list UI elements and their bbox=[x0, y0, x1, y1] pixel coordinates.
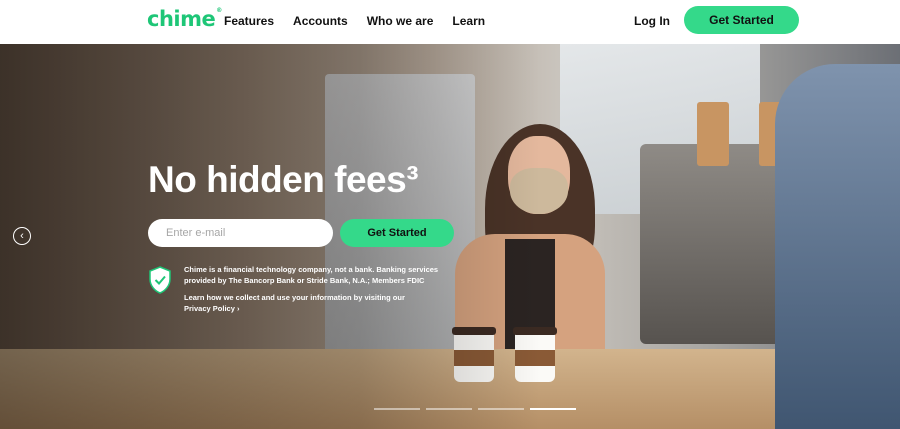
carousel-dot-2[interactable] bbox=[426, 408, 472, 410]
bank-disclaimer-text: Chime is a financial technology company,… bbox=[184, 265, 439, 285]
carousel-dot-4[interactable] bbox=[530, 408, 576, 410]
hero-section: ‹ No hidden fees³ Get Started Chime is a… bbox=[0, 44, 900, 429]
email-input[interactable] bbox=[148, 219, 333, 247]
top-nav: chime® Features Accounts Who we are Lear… bbox=[0, 0, 900, 44]
nav-link-accounts[interactable]: Accounts bbox=[293, 14, 348, 28]
nav-link-who-we-are[interactable]: Who we are bbox=[367, 14, 434, 28]
nav-get-started-button[interactable]: Get Started bbox=[684, 6, 799, 34]
chevron-left-icon[interactable]: ‹ bbox=[13, 227, 31, 245]
nav-link-features[interactable]: Features bbox=[224, 14, 274, 28]
nav-link-learn[interactable]: Learn bbox=[452, 14, 485, 28]
hero-get-started-button[interactable]: Get Started bbox=[340, 219, 454, 247]
chime-logo[interactable]: chime® bbox=[147, 7, 222, 31]
hero-headline: No hidden fees³ bbox=[148, 159, 419, 200]
privacy-policy-link[interactable]: Privacy Policy › bbox=[184, 304, 454, 315]
carousel-dot-1[interactable] bbox=[374, 408, 420, 410]
nav-links: Features Accounts Who we are Learn bbox=[224, 14, 485, 28]
carousel-indicators bbox=[374, 408, 576, 410]
carousel-dot-3[interactable] bbox=[478, 408, 524, 410]
privacy-disclaimer-text: Learn how we collect and use your inform… bbox=[184, 293, 454, 314]
shield-check-icon bbox=[149, 266, 171, 294]
legal-disclaimer: Chime is a financial technology company,… bbox=[184, 265, 454, 314]
login-link[interactable]: Log In bbox=[634, 14, 670, 28]
